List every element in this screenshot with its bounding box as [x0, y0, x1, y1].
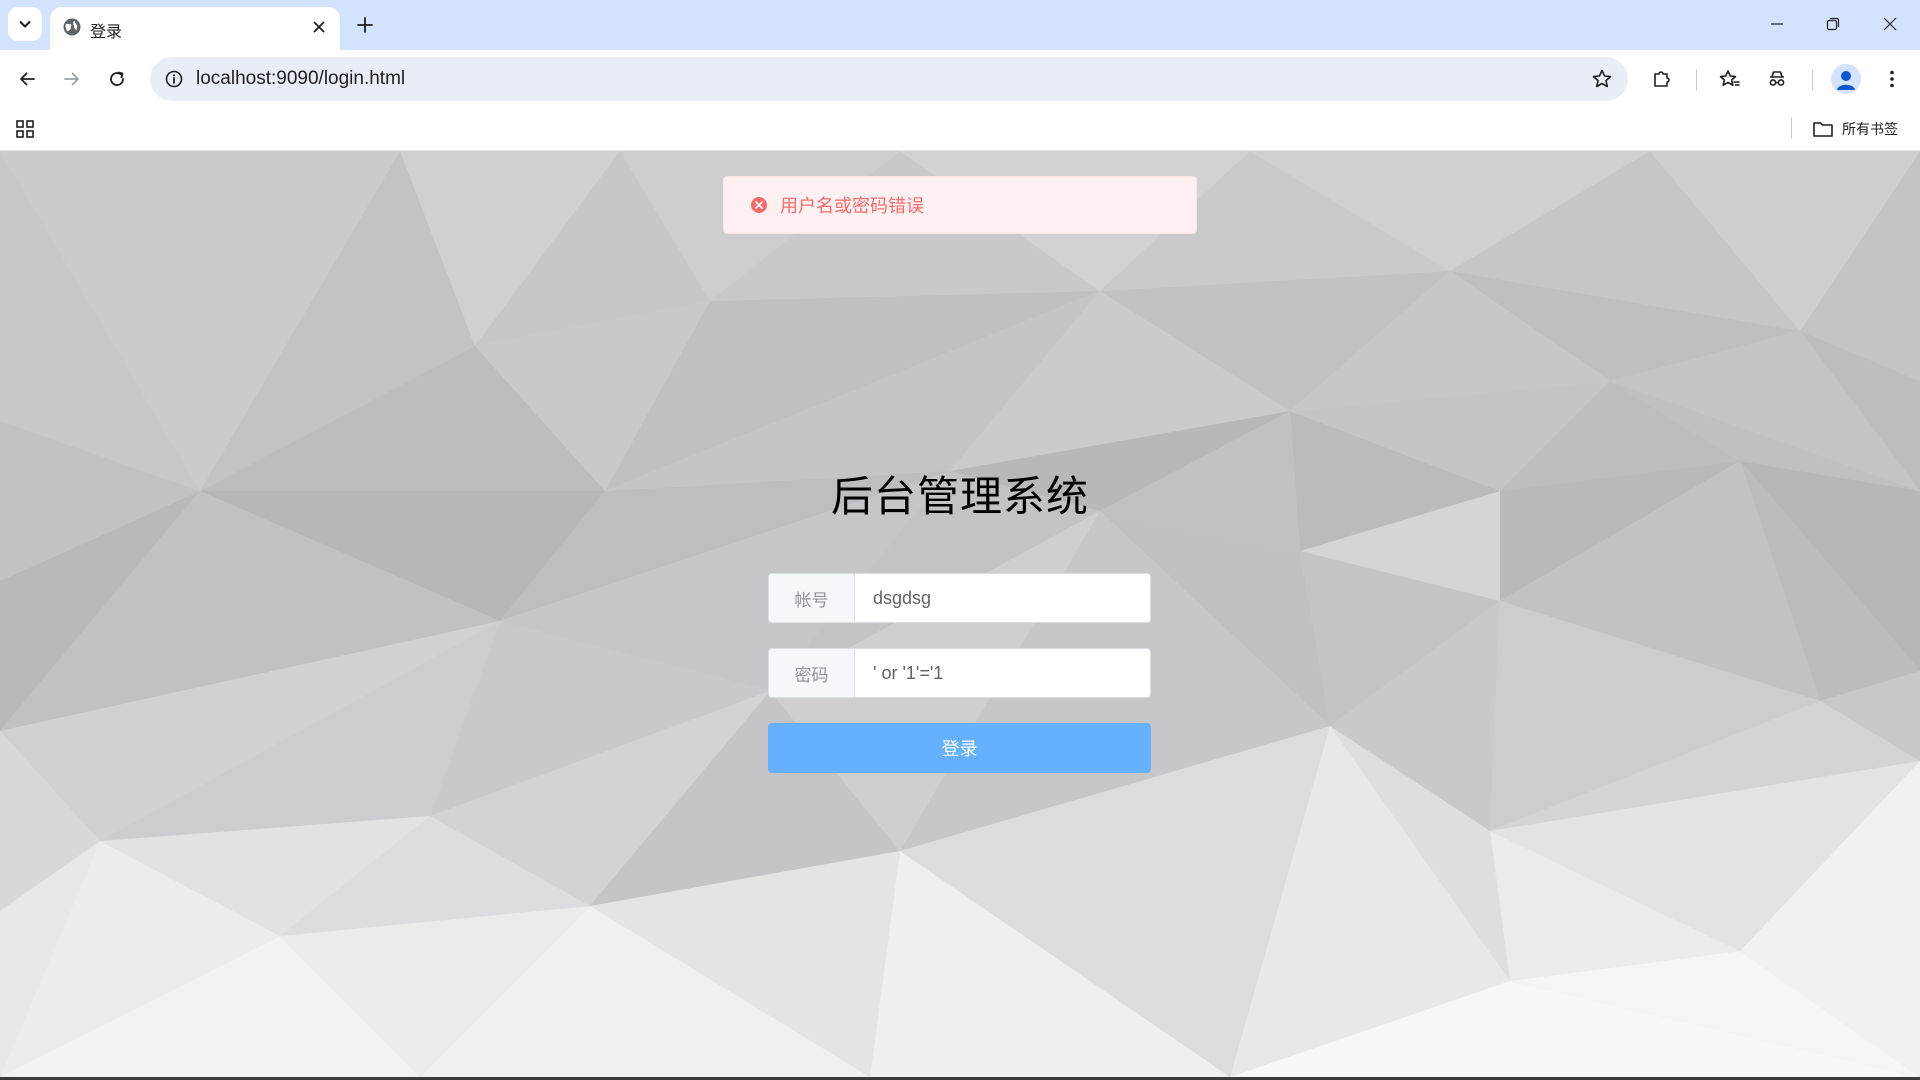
password-label: 密码: [769, 649, 855, 697]
chevron-down-icon: [19, 21, 31, 28]
plus-icon: [357, 17, 373, 33]
info-icon: [165, 70, 183, 88]
all-bookmarks-button[interactable]: 所有书签: [1812, 117, 1898, 141]
login-button[interactable]: 登录: [768, 723, 1151, 773]
address-bar[interactable]: localhost:9090/login.html: [150, 57, 1628, 101]
star-icon: [1592, 69, 1612, 88]
page-title: 后台管理系统: [830, 472, 1089, 521]
error-alert: 用户名或密码错误: [723, 176, 1197, 234]
tab-close-button[interactable]: [308, 16, 330, 38]
url-text[interactable]: localhost:9090/login.html: [196, 68, 405, 90]
site-info-button[interactable]: [162, 67, 186, 91]
tab-search-button[interactable]: [8, 7, 42, 41]
username-input[interactable]: [855, 574, 1150, 622]
profile-avatar[interactable]: [1831, 64, 1861, 94]
more-vert-icon: [1890, 70, 1894, 88]
browser-tab[interactable]: 登录: [50, 7, 340, 50]
restore-icon: [1826, 17, 1840, 31]
restore-button[interactable]: [1813, 8, 1853, 40]
globe-icon: [63, 18, 81, 36]
incognito-icon: [1769, 71, 1785, 86]
browser-toolbar: localhost:9090/login.html: [0, 50, 1920, 108]
username-field: 帐号: [768, 573, 1151, 623]
person-icon: [1837, 71, 1855, 90]
incognito-button[interactable]: [1761, 63, 1793, 95]
bookmarks-button[interactable]: [1713, 63, 1745, 95]
bookmarks-separator: [1791, 118, 1792, 138]
apps-button[interactable]: [12, 116, 38, 142]
close-window-button[interactable]: [1870, 8, 1910, 40]
back-button[interactable]: [11, 63, 43, 95]
alert-message: 用户名或密码错误: [780, 196, 924, 217]
reload-icon: [110, 71, 124, 86]
bookmarks-bar: 所有书签: [0, 108, 1920, 151]
puzzle-icon: [1654, 71, 1670, 87]
extensions-button[interactable]: [1646, 63, 1678, 95]
star-list-icon: [1719, 70, 1740, 86]
new-tab-button[interactable]: [352, 12, 378, 38]
minimize-icon: [1771, 23, 1783, 25]
page-viewport: 用户名或密码错误 后台管理系统 帐号 密码 登录: [0, 151, 1920, 1077]
toolbar-separator: [1812, 70, 1813, 90]
folder-icon: [1813, 122, 1833, 137]
close-icon: [1883, 17, 1897, 31]
reload-button[interactable]: [101, 63, 133, 95]
bookmark-page-button[interactable]: [1590, 67, 1614, 91]
password-field: 密码: [768, 648, 1151, 698]
circle-x-icon: [750, 196, 768, 214]
menu-button[interactable]: [1876, 63, 1908, 95]
close-icon: [313, 21, 325, 33]
tab-title: 登录: [90, 22, 123, 41]
username-label: 帐号: [769, 574, 855, 622]
tab-strip: 登录: [0, 0, 1920, 50]
toolbar-separator: [1696, 70, 1697, 90]
arrow-left-icon: [20, 72, 35, 86]
arrow-right-icon: [64, 72, 79, 86]
minimize-button[interactable]: [1757, 8, 1797, 40]
forward-button[interactable]: [56, 63, 88, 95]
password-input[interactable]: [855, 649, 1150, 697]
all-bookmarks-label: 所有书签: [1842, 122, 1898, 138]
apps-grid-icon: [16, 120, 34, 138]
